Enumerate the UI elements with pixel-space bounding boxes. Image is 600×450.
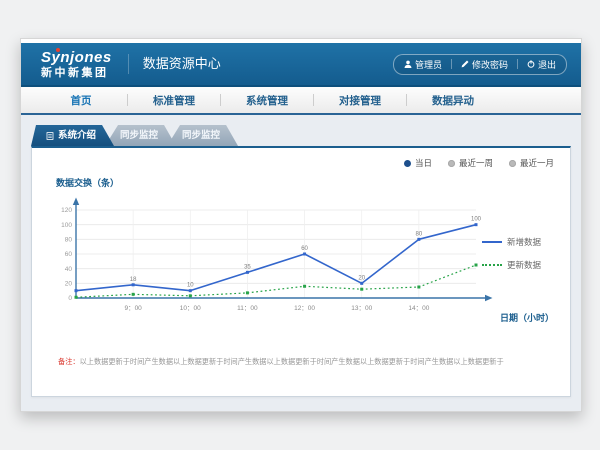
legend-item-0: 新增数据 [482,236,562,248]
logout-button[interactable]: 退出 [527,58,556,71]
document-icon [46,132,54,140]
data-point [132,283,135,286]
tab-1[interactable]: 同步监控 [105,125,176,146]
data-label: 80 [416,231,423,237]
x-tick-label: 14：00 [408,305,429,312]
data-point [246,271,249,274]
time-option-0[interactable]: 当日 [404,157,432,169]
footnote: 备注：以上数据更新于时间产生数据以上数据更新于时间产生数据以上数据更新于时间产生… [58,357,558,367]
nav-item-0[interactable]: 首页 [35,93,127,108]
data-point [246,291,249,294]
tab-label: 同步监控 [120,130,158,141]
line-chart: 0 20 40 60 80 100 120 9：00 10：00 11：00 12：00 13：00 1… [46,192,506,332]
data-point [132,293,135,296]
time-option-2[interactable]: 最近一月 [509,157,554,169]
data-label: 60 [301,246,308,252]
y-tick-label: 120 [61,207,72,214]
header-actions: 管理员 修改密码 退出 [393,54,567,75]
data-point [75,289,78,292]
time-option-label: 最近一周 [459,157,493,169]
data-point [360,282,363,285]
content-area: 系统介绍 同步监控 同步监控 当日 最近一周 最近一月 数据交换（条） 0 20 40 60 8… [21,115,581,411]
data-point [303,285,306,288]
data-point [75,296,78,299]
radio-dot-icon [404,160,411,167]
tab-label: 同步监控 [182,130,220,141]
y-tick-label: 80 [65,237,73,244]
time-option-1[interactable]: 最近一周 [448,157,493,169]
legend-item-1: 更新数据 [482,259,562,271]
tab-2[interactable]: 同步监控 [167,125,238,146]
power-icon [527,60,535,68]
logo: Synjones 新中新集团 [41,49,112,79]
data-point [417,286,420,289]
footnote-label: 备注： [58,357,80,366]
time-option-label: 最近一月 [520,157,554,169]
user-icon [404,60,412,68]
logo-text: Synjones [41,49,112,66]
app-window: Synjones 新中新集团 数据资源中心 管理员 修改密码 [20,38,582,412]
data-point [360,288,363,291]
x-tick-label: 9：00 [124,305,142,312]
x-axis-title: 日期（小时） [500,311,554,324]
y-tick-label: 60 [65,251,73,258]
tab-label: 系统介绍 [58,125,96,146]
footnote-text: 以上数据更新于时间产生数据以上数据更新于时间产生数据以上数据更新于时间产生数据以… [80,357,504,366]
nav-item-1[interactable]: 标准管理 [128,93,220,108]
logout-label: 退出 [538,58,556,71]
y-axis-title: 数据交换（条） [56,176,119,189]
time-range-options: 当日 最近一周 最近一月 [404,157,554,169]
radio-dot-icon [509,160,516,167]
nav-item-2[interactable]: 系统管理 [221,93,313,108]
change-password-button[interactable]: 修改密码 [461,58,508,71]
app-header: Synjones 新中新集团 数据资源中心 管理员 修改密码 [21,43,581,85]
y-tick-label: 40 [65,266,73,273]
y-tick-label: 0 [68,295,72,302]
x-tick-label: 12：00 [294,305,315,312]
nav-item-4[interactable]: 数据异动 [407,93,499,108]
chart-legend: 新增数据更新数据 [482,236,562,271]
tab-bar: 系统介绍 同步监控 同步监控 [31,125,238,146]
time-option-label: 当日 [415,157,432,169]
data-point [189,294,192,297]
tab-0[interactable]: 系统介绍 [31,125,114,146]
user-label: 管理员 [415,58,442,71]
data-point [189,289,192,292]
change-password-label: 修改密码 [472,58,508,71]
data-point [303,253,306,256]
data-point [475,223,478,226]
data-point [417,238,420,241]
header-divider [517,59,518,69]
data-label: 35 [244,264,251,270]
data-point [475,264,478,267]
legend-swatch-icon [482,241,502,243]
legend-label: 新增数据 [507,236,541,248]
x-tick-label: 13：00 [351,305,372,312]
panel-card: 当日 最近一周 最近一月 数据交换（条） 0 20 40 60 80 100 120 9：00 10… [31,146,571,397]
nav-item-3[interactable]: 对接管理 [314,93,406,108]
legend-label: 更新数据 [507,259,541,271]
logo-subtext: 新中新集团 [41,67,112,79]
data-label: 18 [130,277,137,283]
edit-icon [461,60,469,68]
logo-wordmark: Synjones [41,49,112,67]
data-label: 20 [358,275,365,281]
main-nav: 首页标准管理系统管理对接管理数据异动 [21,87,581,115]
x-tick-label: 10：00 [180,305,201,312]
page-title: 数据资源中心 [128,54,221,74]
header-divider [451,59,452,69]
user-button[interactable]: 管理员 [404,58,442,71]
data-label: 100 [471,217,482,223]
legend-swatch-icon [482,264,502,266]
y-tick-label: 20 [65,281,73,288]
x-axis-arrow-icon [485,295,493,301]
y-axis-arrow-icon [73,198,79,206]
data-label: 10 [187,283,194,289]
x-tick-label: 11：00 [237,305,258,312]
y-tick-label: 100 [61,222,72,229]
radio-dot-icon [448,160,455,167]
